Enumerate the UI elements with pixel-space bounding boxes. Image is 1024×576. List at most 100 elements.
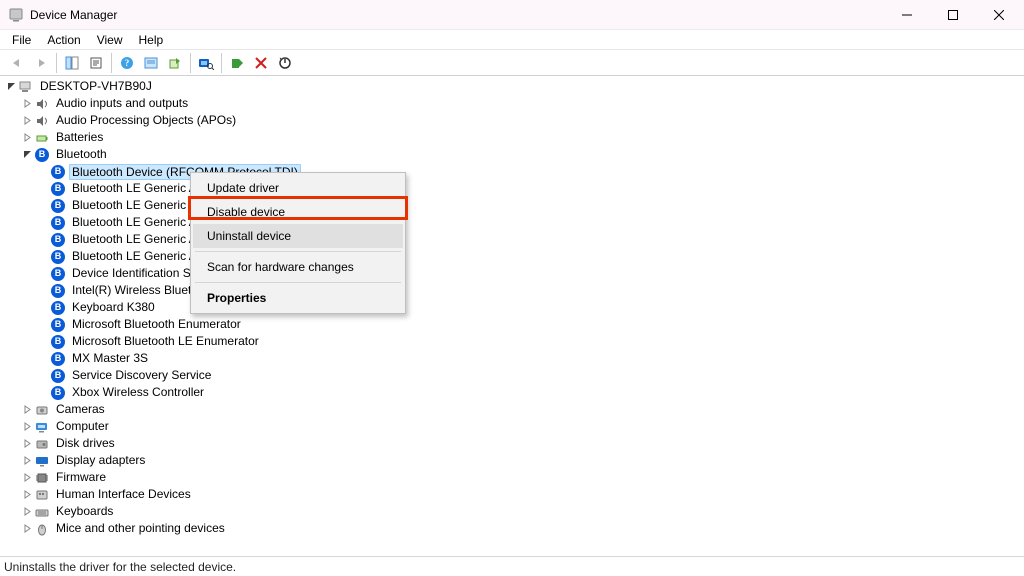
tree-device-label: Xbox Wireless Controller xyxy=(70,384,206,401)
menu-action[interactable]: Action xyxy=(39,30,88,50)
expand-icon[interactable] xyxy=(20,133,34,142)
bluetooth-icon: B xyxy=(50,266,66,282)
bluetooth-icon: B xyxy=(50,164,66,180)
context-menu: Update driver Disable device Uninstall d… xyxy=(190,172,406,314)
expand-icon[interactable] xyxy=(20,524,34,533)
expand-icon[interactable] xyxy=(20,473,34,482)
context-properties[interactable]: Properties xyxy=(193,286,403,310)
disable-device-toolbar-button[interactable] xyxy=(274,52,296,74)
tree-category-label: Firmware xyxy=(54,469,108,486)
tree-device[interactable]: BMicrosoft Bluetooth LE Enumerator xyxy=(4,333,1024,350)
tree-category[interactable]: Cameras xyxy=(4,401,1024,418)
computer-icon xyxy=(18,79,34,95)
tree-device[interactable]: BKeyboard K380 xyxy=(4,299,1024,316)
tree-device[interactable]: BBluetooth LE Generic Attribute Service xyxy=(4,231,1024,248)
toolbar: ? xyxy=(0,50,1024,76)
update-driver-toolbar-button[interactable] xyxy=(164,52,186,74)
battery-icon xyxy=(34,130,50,146)
tree-device-label: Microsoft Bluetooth Enumerator xyxy=(70,316,243,333)
menu-bar: File Action View Help xyxy=(0,30,1024,50)
tree-category[interactable]: Computer xyxy=(4,418,1024,435)
properties-toolbar-button[interactable] xyxy=(85,52,107,74)
audio-icon xyxy=(34,96,50,112)
context-separator xyxy=(195,282,401,283)
tree-device[interactable]: BBluetooth Device (RFCOMM Protocol TDI) xyxy=(4,163,1024,180)
tree-device-label: Microsoft Bluetooth LE Enumerator xyxy=(70,333,261,350)
tree-device-label: MX Master 3S xyxy=(70,350,150,367)
tree-category[interactable]: Audio Processing Objects (APOs) xyxy=(4,112,1024,129)
status-text: Uninstalls the driver for the selected d… xyxy=(4,560,236,574)
tree-device[interactable]: BService Discovery Service xyxy=(4,367,1024,384)
expand-icon[interactable] xyxy=(20,507,34,516)
tree-category[interactable]: Disk drives xyxy=(4,435,1024,452)
disk-icon xyxy=(34,436,50,452)
tree-device-label: Service Discovery Service xyxy=(70,367,213,384)
app-icon xyxy=(8,7,24,23)
menu-file[interactable]: File xyxy=(4,30,39,50)
tree-device[interactable]: BBluetooth LE Generic Attribute Service xyxy=(4,180,1024,197)
tree-device[interactable]: BBluetooth LE Generic Attribute Service xyxy=(4,197,1024,214)
expand-icon[interactable] xyxy=(20,439,34,448)
context-disable-device[interactable]: Disable device xyxy=(193,200,403,224)
computer-icon xyxy=(34,419,50,435)
expand-icon[interactable] xyxy=(20,456,34,465)
display-icon xyxy=(34,453,50,469)
tree-category-label: Display adapters xyxy=(54,452,147,469)
tree-device[interactable]: BDevice Identification Service xyxy=(4,265,1024,282)
expand-icon[interactable] xyxy=(20,116,34,125)
bluetooth-icon: B xyxy=(50,334,66,350)
tree-category[interactable]: Audio inputs and outputs xyxy=(4,95,1024,112)
scan-hardware-toolbar-button[interactable] xyxy=(195,52,217,74)
action-list-button[interactable] xyxy=(140,52,162,74)
context-update-driver[interactable]: Update driver xyxy=(193,176,403,200)
tree-device[interactable]: BIntel(R) Wireless Bluetooth(R) xyxy=(4,282,1024,299)
expand-icon[interactable] xyxy=(20,99,34,108)
tree-category-label: Keyboards xyxy=(54,503,115,520)
collapse-icon[interactable] xyxy=(4,82,18,91)
context-scan-hardware[interactable]: Scan for hardware changes xyxy=(193,255,403,279)
device-tree[interactable]: DESKTOP-VH7B90JAudio inputs and outputsA… xyxy=(0,76,1024,556)
enable-device-toolbar-button[interactable] xyxy=(226,52,248,74)
tree-device[interactable]: BMX Master 3S xyxy=(4,350,1024,367)
context-uninstall-device[interactable]: Uninstall device xyxy=(193,224,403,248)
tree-device[interactable]: BXbox Wireless Controller xyxy=(4,384,1024,401)
tree-root[interactable]: DESKTOP-VH7B90J xyxy=(4,78,1024,95)
tree-category-label: Audio inputs and outputs xyxy=(54,95,190,112)
tree-category[interactable]: Batteries xyxy=(4,129,1024,146)
tree-category-label: Audio Processing Objects (APOs) xyxy=(54,112,238,129)
expand-icon[interactable] xyxy=(20,422,34,431)
expand-icon[interactable] xyxy=(20,490,34,499)
maximize-button[interactable] xyxy=(930,0,976,30)
tree-category[interactable]: Mice and other pointing devices xyxy=(4,520,1024,537)
minimize-button[interactable] xyxy=(884,0,930,30)
bluetooth-icon: B xyxy=(50,232,66,248)
tree-category-label: Computer xyxy=(54,418,111,435)
back-button[interactable] xyxy=(6,52,28,74)
uninstall-device-toolbar-button[interactable] xyxy=(250,52,272,74)
tree-category[interactable]: Firmware xyxy=(4,469,1024,486)
menu-view[interactable]: View xyxy=(89,30,131,50)
tree-category[interactable]: Keyboards xyxy=(4,503,1024,520)
audio-icon xyxy=(34,113,50,129)
tree-category-label: Mice and other pointing devices xyxy=(54,520,227,537)
tree-device[interactable]: BBluetooth LE Generic Attribute Service xyxy=(4,214,1024,231)
tree-category[interactable]: BBluetooth xyxy=(4,146,1024,163)
collapse-icon[interactable] xyxy=(20,150,34,159)
close-button[interactable] xyxy=(976,0,1022,30)
tree-category[interactable]: Display adapters xyxy=(4,452,1024,469)
tree-device[interactable]: BMicrosoft Bluetooth Enumerator xyxy=(4,316,1024,333)
show-hide-console-tree-button[interactable] xyxy=(61,52,83,74)
menu-help[interactable]: Help xyxy=(131,30,172,50)
tree-device[interactable]: BBluetooth LE Generic Attribute Service xyxy=(4,248,1024,265)
mouse-icon xyxy=(34,521,50,537)
svg-text:?: ? xyxy=(125,58,130,68)
context-separator xyxy=(195,251,401,252)
tree-root-label: DESKTOP-VH7B90J xyxy=(38,78,154,95)
bluetooth-icon: B xyxy=(50,300,66,316)
tree-category[interactable]: Human Interface Devices xyxy=(4,486,1024,503)
help-button[interactable]: ? xyxy=(116,52,138,74)
expand-icon[interactable] xyxy=(20,405,34,414)
bluetooth-icon: B xyxy=(50,351,66,367)
camera-icon xyxy=(34,402,50,418)
forward-button[interactable] xyxy=(30,52,52,74)
